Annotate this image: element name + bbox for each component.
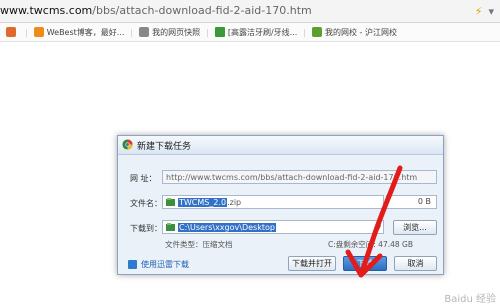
school-icon — [311, 27, 322, 37]
bookmark-separator: | — [25, 27, 28, 37]
app-icon — [6, 27, 16, 37]
filename-selected: TWCMS_2.0 — [178, 198, 228, 207]
url-field[interactable]: http://www.twcms.com/bbs/attach-download… — [162, 170, 437, 184]
bookmark-label: WeBest博客，最好... — [46, 27, 125, 37]
dialog-title: 新建下载任务 — [137, 142, 192, 152]
address-bar[interactable]: www.twcms.com/bbs/attach-download-fid-2-… — [0, 0, 500, 23]
filename-extension: .zip — [227, 198, 242, 207]
url-path: /bbs/attach-download-fid-2-aid-170.htm — [92, 4, 312, 17]
screenshot-page: www.twcms.com/bbs/attach-download-fid-2-… — [0, 0, 500, 307]
filename-label: 文件名： — [130, 199, 162, 208]
save-to-label: 下载到： — [130, 224, 162, 233]
camera-icon — [139, 27, 150, 37]
download-and-open-button[interactable]: 下载并打开 — [288, 256, 336, 271]
url-label: 网 址： — [130, 174, 157, 183]
url-host: www.twcms.com — [0, 4, 93, 17]
lightning-icon[interactable]: ⚡ — [475, 5, 483, 18]
bookmark-item[interactable]: 我的网校 - 沪江网校 — [311, 27, 397, 38]
address-bar-icons: ⚡ ▾ — [475, 3, 494, 19]
folder-icon — [166, 223, 175, 231]
url-text[interactable]: www.twcms.com/bbs/attach-download-fid-2-… — [0, 2, 312, 20]
bookmark-item[interactable]: WeBest博客，最好... | — [33, 27, 134, 38]
chevron-down-icon[interactable]: ▾ — [488, 5, 494, 18]
archive-file-icon — [166, 198, 175, 206]
download-button[interactable]: 下载 — [343, 256, 387, 271]
bookmark-separator: | — [130, 27, 134, 37]
file-type-info: 文件类型：压缩文档 — [165, 240, 233, 249]
new-download-dialog: 新建下载任务 网 址： http://www.twcms.com/bbs/att… — [117, 135, 444, 275]
bookmark-item[interactable]: | — [6, 27, 28, 37]
bookmark-item[interactable]: 我的网页快照 | — [139, 27, 209, 38]
bookmark-icon — [214, 27, 225, 37]
thunder-icon — [128, 260, 137, 269]
browser-logo-icon — [122, 139, 133, 150]
bookmarks-bar: | WeBest博客，最好... | 我的网页快照 | [高露洁牙刷/牙线...… — [0, 23, 500, 42]
file-size-field: 0 B — [386, 195, 437, 209]
save-location-dropdown[interactable]: C:\Users\xxgov\Desktop ▼ — [162, 220, 384, 234]
watermark: Baidu 经验 — [444, 294, 496, 305]
cancel-button[interactable]: 取消 — [394, 256, 437, 271]
browse-button[interactable]: 浏览... — [393, 220, 437, 235]
blog-icon — [33, 27, 44, 37]
bookmark-item[interactable]: [高露洁牙刷/牙线... | — [214, 27, 306, 38]
dialog-titlebar[interactable]: 新建下载任务 — [118, 136, 443, 155]
filename-field[interactable]: TWCMS_2.0.zip — [162, 195, 384, 209]
thunder-link-label: 使用迅雷下载 — [141, 260, 189, 269]
free-space-info: C:盘剩余空间: 47.48 GB — [328, 240, 413, 249]
dropdown-arrow-icon[interactable]: ▼ — [376, 221, 381, 233]
bookmark-label: 我的网校 - 沪江网校 — [324, 27, 397, 37]
bookmark-separator: | — [303, 27, 306, 37]
bookmark-separator: | — [206, 27, 209, 37]
thunder-download-link[interactable]: 使用迅雷下载 — [128, 259, 189, 270]
save-location-value: C:\Users\xxgov\Desktop — [178, 223, 276, 232]
bookmark-label: [高露洁牙刷/牙线... — [227, 27, 298, 37]
bookmark-label: 我的网页快照 — [152, 27, 201, 37]
